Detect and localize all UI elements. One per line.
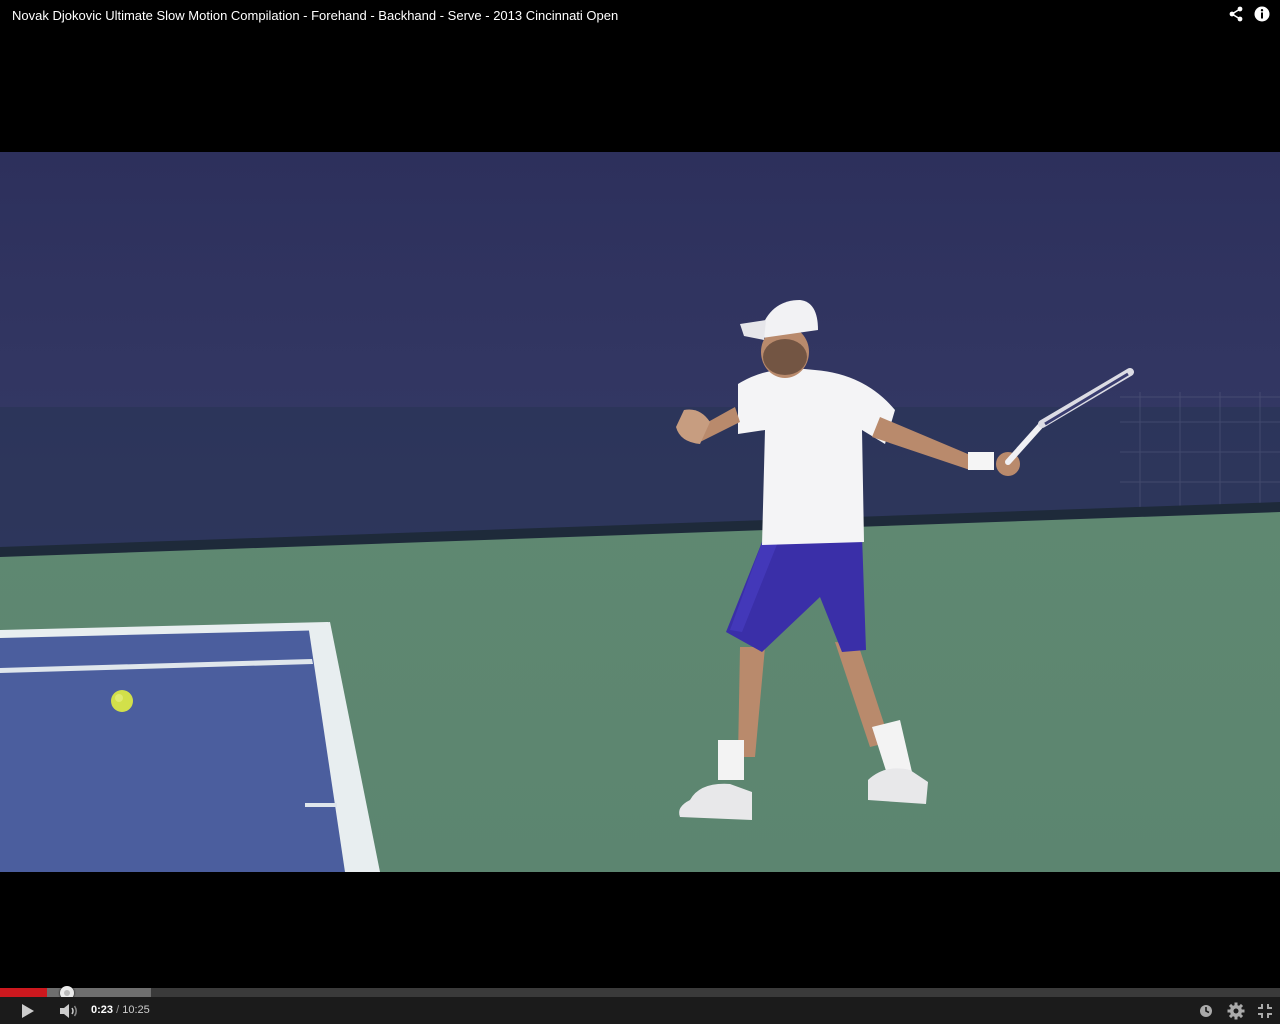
duration: 10:25 [122, 1004, 150, 1016]
video-title[interactable]: Novak Djokovic Ultimate Slow Motion Comp… [12, 8, 618, 23]
tennis-ball [111, 690, 133, 712]
info-icon[interactable] [1254, 6, 1270, 22]
watch-later-icon [1200, 1004, 1212, 1017]
volume-button[interactable] [56, 997, 82, 1024]
share-icon[interactable] [1228, 6, 1244, 22]
settings-button[interactable] [1225, 997, 1247, 1024]
time-separator: / [113, 1004, 123, 1016]
fullscreen-icon [1258, 1003, 1272, 1018]
progress-bar[interactable] [0, 986, 1280, 1000]
progress-played [0, 988, 48, 997]
time-display: 0:23 / 10:25 [91, 1004, 150, 1016]
title-bar: Novak Djokovic Ultimate Slow Motion Comp… [0, 0, 1280, 32]
control-bar: 0:23 / 10:25 [0, 997, 1280, 1024]
video-frame[interactable] [0, 152, 1280, 872]
fullscreen-button[interactable] [1254, 997, 1276, 1024]
center-mark [305, 803, 337, 807]
watch-later-button[interactable] [1196, 997, 1216, 1024]
current-time: 0:23 [91, 1004, 114, 1016]
title-icons [1228, 6, 1270, 22]
volume-icon [60, 1003, 77, 1018]
settings-icon [1227, 1002, 1245, 1019]
video-player[interactable]: Novak Djokovic Ultimate Slow Motion Comp… [0, 0, 1280, 1024]
play-button[interactable] [14, 997, 42, 1024]
video-scene [0, 152, 1280, 872]
play-icon [22, 1003, 34, 1018]
